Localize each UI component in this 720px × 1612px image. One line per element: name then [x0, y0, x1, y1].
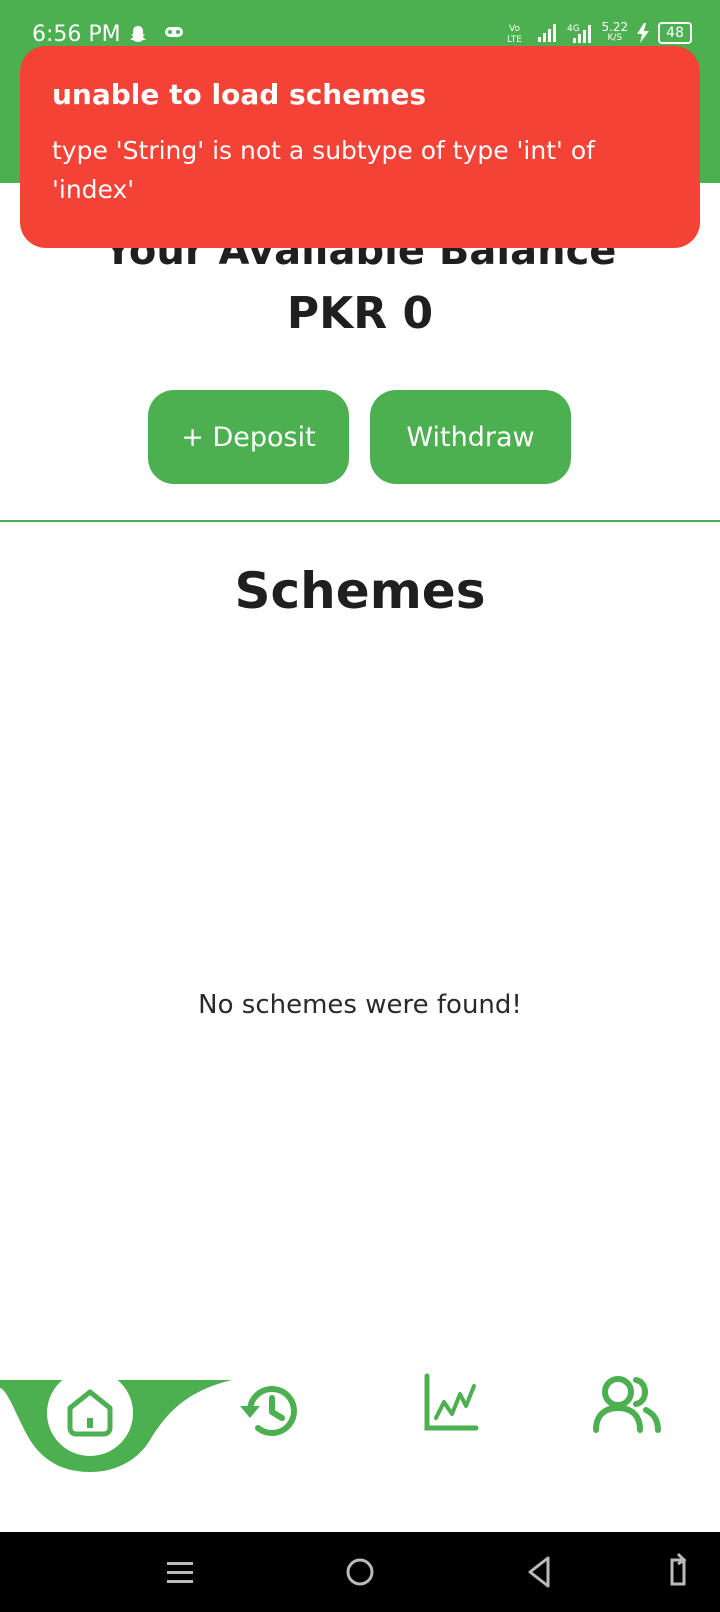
- volte-icon: Vo LTE: [507, 24, 522, 44]
- network-speed: 5.22 K/S: [601, 20, 629, 44]
- users-icon[interactable]: [592, 1372, 664, 1436]
- signal-icon-1: [538, 24, 557, 42]
- history-icon[interactable]: [236, 1376, 304, 1444]
- recent-apps-icon[interactable]: [166, 1550, 194, 1594]
- active-tab-indicator: [0, 1380, 232, 1472]
- system-navigation-bar: [0, 1532, 720, 1612]
- network-speed-value: 5.22: [601, 20, 629, 34]
- network-speed-unit: K/S: [607, 33, 623, 43]
- error-toast[interactable]: unable to load schemes type 'String' is …: [20, 46, 700, 248]
- toast-title: unable to load schemes: [52, 78, 427, 111]
- svg-text:4G: 4G: [567, 24, 580, 34]
- signal-4g-icon: 4G: [567, 24, 592, 43]
- back-icon[interactable]: [524, 1550, 554, 1594]
- game-icon: [165, 27, 183, 37]
- chart-icon[interactable]: [422, 1372, 480, 1434]
- home-icon[interactable]: [62, 1384, 118, 1440]
- svg-text:LTE: LTE: [507, 35, 522, 44]
- toast-message: type 'String' is not a subtype of type '…: [52, 136, 595, 204]
- empty-schemes-message: No schemes were found!: [198, 990, 522, 1020]
- withdraw-button[interactable]: Withdraw: [370, 390, 571, 484]
- status-time: 6:56 PM: [32, 22, 121, 47]
- charging-icon: [637, 23, 650, 43]
- status-indicators: Vo LTE 4G 5.22 K/S 48: [507, 20, 692, 44]
- balance-value: PKR 0: [286, 288, 434, 339]
- svg-text:Vo: Vo: [509, 24, 520, 34]
- battery-indicator: 48: [658, 22, 692, 44]
- snapchat-icon: [130, 26, 146, 42]
- schemes-title: Schemes: [234, 562, 486, 620]
- home-system-icon[interactable]: [344, 1550, 376, 1594]
- bottom-navigation: [0, 1373, 720, 1532]
- deposit-button[interactable]: + Deposit: [148, 390, 349, 484]
- section-divider: [0, 520, 720, 522]
- rotate-icon[interactable]: [666, 1550, 692, 1594]
